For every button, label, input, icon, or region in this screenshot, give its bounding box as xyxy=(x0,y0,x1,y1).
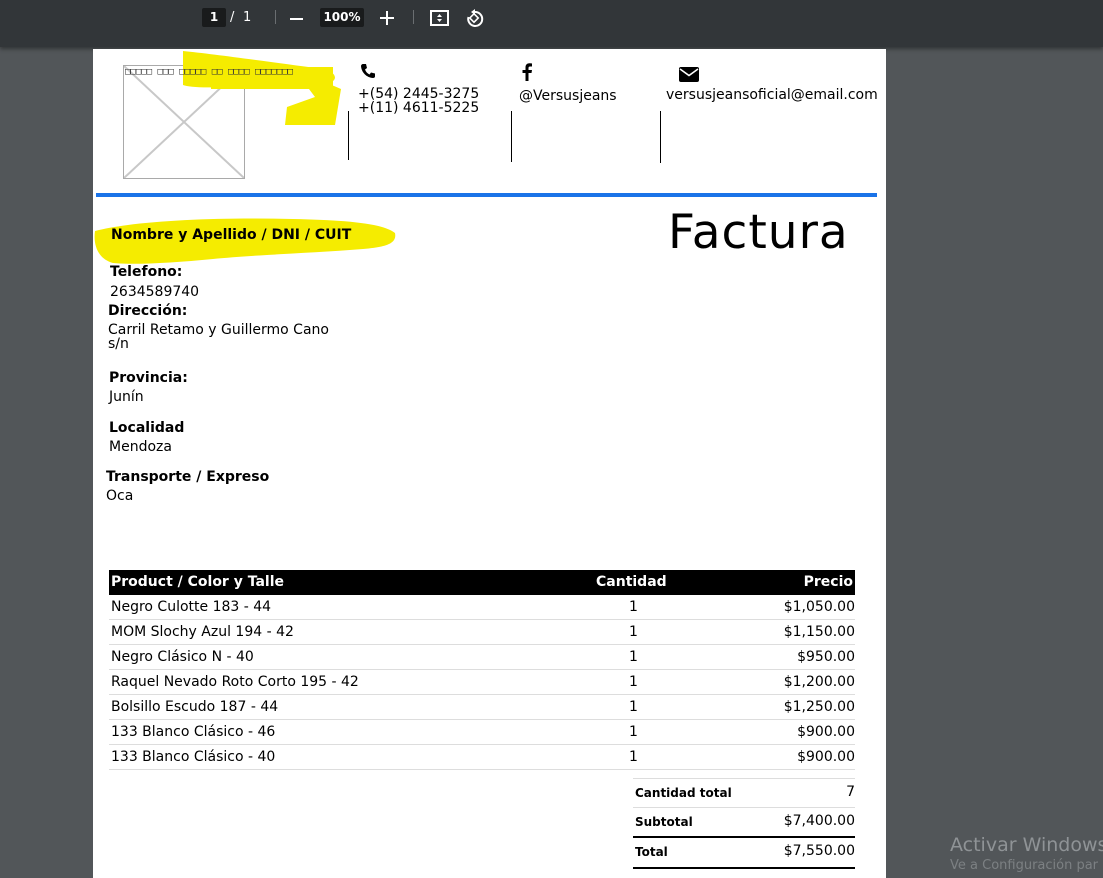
zoom-in-button[interactable] xyxy=(380,11,394,25)
locality-label: Localidad xyxy=(109,420,185,436)
table-row: Bolsillo Escudo 187 - 44 1 $1,250.00 xyxy=(109,695,855,720)
fit-to-page-icon[interactable] xyxy=(430,10,449,26)
product-cell: Negro Clásico N - 40 xyxy=(111,649,254,665)
rotate-icon[interactable] xyxy=(465,9,485,28)
products-table: Product / Color y Talle Cantidad Precio … xyxy=(109,570,855,770)
pdf-page: □□□□□ □□□ □□□□□ □□ □□□□ □□□□□□□ +(54) 24… xyxy=(93,49,886,878)
locality-value: Mendoza xyxy=(109,439,172,455)
product-cell: Raquel Nevado Roto Corto 195 - 42 xyxy=(111,674,359,690)
activation-watermark-subtitle: Ve a Configuración par xyxy=(950,858,1099,873)
column-header-product: Product / Color y Talle xyxy=(111,574,284,590)
zoom-level-input[interactable]: 100% xyxy=(320,8,364,27)
contact-facebook: @Versusjeans xyxy=(519,63,617,103)
zoom-out-button[interactable] xyxy=(290,18,303,20)
table-row: Negro Culotte 183 - 44 1 $1,050.00 xyxy=(109,595,855,620)
subtotal-value: $7,400.00 xyxy=(783,813,855,829)
contact-phone: +(54) 2445-3275 +(11) 4611-5225 xyxy=(358,63,479,115)
envelope-icon xyxy=(679,67,699,82)
highlighter-mark xyxy=(183,51,341,125)
toolbar-divider xyxy=(275,10,276,24)
address-line-2: s/n xyxy=(108,336,129,352)
totals-block: Cantidad total 7 Subtotal $7,400.00 Tota… xyxy=(633,778,855,869)
address-line-1: Carril Retamo y Guillermo Cano xyxy=(108,322,329,338)
column-header-quantity: Cantidad xyxy=(596,574,667,590)
phone-label: Telefono: xyxy=(110,264,183,280)
quantity-cell: 1 xyxy=(629,674,638,690)
page-separator: / xyxy=(230,10,235,25)
table-row: 133 Blanco Clásico - 46 1 $900.00 xyxy=(109,720,855,745)
page-total: 1 xyxy=(243,10,252,25)
price-cell: $1,250.00 xyxy=(783,699,855,715)
table-row: 133 Blanco Clásico - 40 1 $900.00 xyxy=(109,745,855,770)
page-number-input[interactable]: 1 xyxy=(202,8,226,27)
quantity-cell: 1 xyxy=(629,624,638,640)
province-label: Provincia: xyxy=(109,370,188,386)
total-quantity-label: Cantidad total xyxy=(635,786,732,800)
price-cell: $1,200.00 xyxy=(783,674,855,690)
product-cell: 133 Blanco Clásico - 40 xyxy=(111,749,276,765)
phone-number-1: +(54) 2445-3275 xyxy=(358,86,480,102)
toolbar-divider xyxy=(413,10,414,24)
subtotal-label: Subtotal xyxy=(635,815,693,829)
product-cell: Negro Culotte 183 - 44 xyxy=(111,599,272,615)
pdf-toolbar: 1 / 1 100% xyxy=(0,0,1103,47)
subtotal-row: Subtotal $7,400.00 xyxy=(633,807,855,836)
product-cell: 133 Blanco Clásico - 46 xyxy=(111,724,276,740)
total-quantity-value: 7 xyxy=(846,784,855,800)
facebook-handle: @Versusjeans xyxy=(519,88,617,104)
total-quantity-row: Cantidad total 7 xyxy=(633,778,855,807)
grand-total-value: $7,550.00 xyxy=(783,843,855,859)
phone-icon xyxy=(361,64,375,78)
header-rule xyxy=(96,193,877,197)
contact-email: versusjeansoficial@email.com xyxy=(666,63,878,102)
activation-watermark-title: Activar Windows xyxy=(950,834,1103,856)
price-cell: $900.00 xyxy=(797,749,855,765)
province-value: Junín xyxy=(109,389,144,405)
quantity-cell: 1 xyxy=(629,724,638,740)
quantity-cell: 1 xyxy=(629,649,638,665)
table-row: MOM Slochy Azul 194 - 42 1 $1,150.00 xyxy=(109,620,855,645)
price-cell: $1,150.00 xyxy=(783,624,855,640)
contact-divider xyxy=(511,111,512,162)
facebook-icon xyxy=(522,63,532,81)
quantity-cell: 1 xyxy=(629,749,638,765)
total-underline xyxy=(633,867,855,869)
logo-alt-text: □□□□□ □□□ □□□□□ □□ □□□□ □□□□□□□ xyxy=(125,67,293,77)
address-label: Dirección: xyxy=(108,303,188,319)
grand-total-label: Total xyxy=(635,845,668,859)
product-cell: Bolsillo Escudo 187 - 44 xyxy=(111,699,279,715)
table-row: Raquel Nevado Roto Corto 195 - 42 1 $1,2… xyxy=(109,670,855,695)
phone-number-2: +(11) 4611-5225 xyxy=(358,100,480,116)
quantity-cell: 1 xyxy=(629,599,638,615)
column-header-price: Precio xyxy=(803,574,853,590)
price-cell: $950.00 xyxy=(797,649,855,665)
price-cell: $1,050.00 xyxy=(783,599,855,615)
quantity-cell: 1 xyxy=(629,699,638,715)
contact-divider xyxy=(348,111,349,160)
contact-divider xyxy=(660,111,661,163)
grand-total-row: Total $7,550.00 xyxy=(633,836,855,869)
transport-value: Oca xyxy=(106,488,134,504)
transport-label: Transporte / Expreso xyxy=(106,469,270,485)
invoice-title: Factura xyxy=(668,205,849,260)
price-cell: $900.00 xyxy=(797,724,855,740)
phone-value: 2634589740 xyxy=(110,284,200,300)
email-address: versusjeansoficial@email.com xyxy=(666,87,878,103)
customer-name-label: Nombre y Apellido / DNI / CUIT xyxy=(111,227,352,243)
table-header: Product / Color y Talle Cantidad Precio xyxy=(109,570,855,595)
table-row: Negro Clásico N - 40 1 $950.00 xyxy=(109,645,855,670)
product-cell: MOM Slochy Azul 194 - 42 xyxy=(111,624,294,640)
